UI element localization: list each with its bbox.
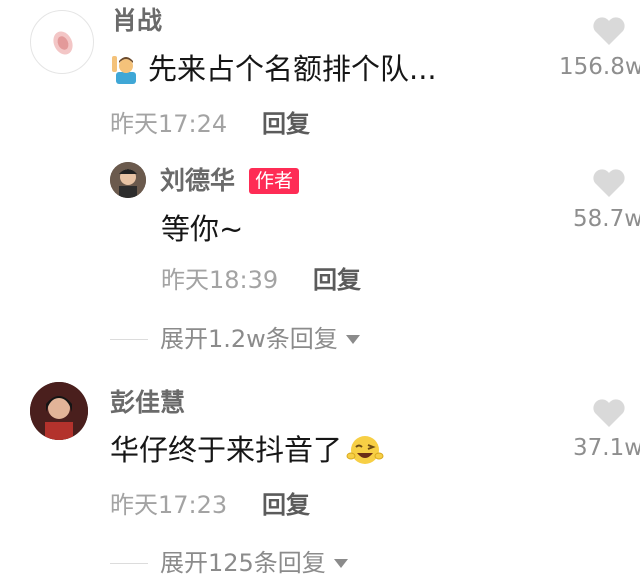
heart-icon <box>593 399 625 427</box>
avatar[interactable] <box>30 382 88 440</box>
like-count: 37.1w <box>573 435 640 461</box>
man-raising-hand-icon <box>110 52 142 84</box>
avatar[interactable] <box>30 10 94 74</box>
reply-reply-button[interactable]: 回复 <box>313 265 361 295</box>
comment-time: 昨天17:23 <box>110 491 228 519</box>
chevron-down-icon <box>345 334 360 344</box>
comment-author[interactable]: 肖战 <box>112 6 162 36</box>
reply-time: 昨天18:39 <box>161 266 279 294</box>
avatar-image <box>30 382 88 440</box>
comment-text: 华仔终于来抖音了 <box>110 432 384 468</box>
comment-author[interactable]: 彭佳慧 <box>110 388 185 418</box>
expand-replies[interactable]: 展开125条回复 <box>160 548 348 578</box>
reply-text: 等你~ <box>161 212 244 246</box>
like-count: 156.8w <box>559 54 640 80</box>
heart-icon <box>593 169 625 197</box>
divider <box>110 339 148 340</box>
avatar-image <box>53 31 73 55</box>
author-badge: 作者 <box>249 168 300 194</box>
reply-button[interactable]: 回复 <box>262 109 310 139</box>
comment-text-content: 华仔终于来抖音了 <box>110 433 343 467</box>
like-button[interactable] <box>592 16 626 50</box>
reply-like-count: 58.7w <box>573 206 640 232</box>
chevron-down-icon <box>333 558 348 568</box>
comment-text: 先来占个名额排个队... <box>110 51 437 87</box>
reply-avatar-image <box>110 162 146 198</box>
expand-replies-label: 展开1.2w条回复 <box>160 325 338 353</box>
reply-like-button[interactable] <box>592 168 626 202</box>
expand-replies-label: 展开125条回复 <box>160 549 326 577</box>
winking-face-icon <box>346 432 384 466</box>
divider <box>110 563 148 564</box>
comment-text-content: 先来占个名额排个队... <box>148 52 437 86</box>
expand-replies[interactable]: 展开1.2w条回复 <box>160 324 360 354</box>
reply-avatar[interactable] <box>110 162 146 198</box>
like-button[interactable] <box>592 398 626 432</box>
comment-time: 昨天17:24 <box>110 110 228 138</box>
reply-author[interactable]: 刘德华 <box>160 166 235 196</box>
heart-icon <box>593 17 625 45</box>
reply-button[interactable]: 回复 <box>262 490 310 520</box>
